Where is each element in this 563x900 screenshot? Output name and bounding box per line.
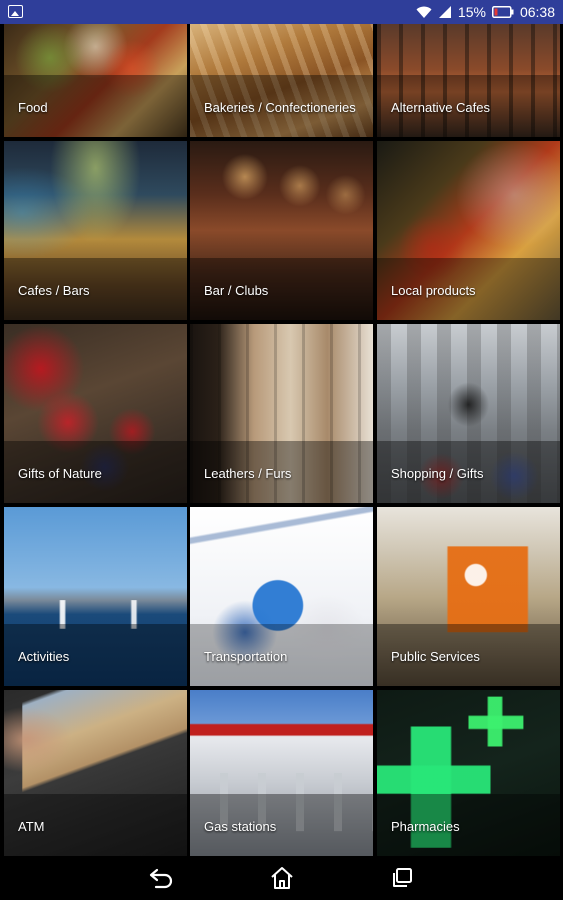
category-tile-local-products[interactable]: Local products [377, 141, 560, 320]
category-tile-bakeries-confectioneries[interactable]: Bakeries / Confectioneries [190, 24, 373, 137]
category-label: Transportation [204, 649, 288, 664]
category-label: Local products [391, 283, 476, 298]
category-label: Shopping / Gifts [391, 466, 484, 481]
signal-icon [438, 6, 451, 18]
category-tile-gifts-of-nature[interactable]: Gifts of Nature [4, 324, 187, 503]
category-tile-cafes-bars[interactable]: Cafes / Bars [4, 141, 187, 320]
back-button[interactable] [141, 864, 181, 892]
category-label: Leathers / Furs [204, 466, 292, 481]
battery-percent: 15% [457, 4, 486, 20]
category-tile-bar-clubs[interactable]: Bar / Clubs [190, 141, 373, 320]
category-label: Gas stations [204, 819, 277, 834]
category-label: Bakeries / Confectioneries [204, 100, 356, 115]
category-tile-gas-stations[interactable]: Gas stations [190, 690, 373, 856]
category-label: Gifts of Nature [18, 466, 102, 481]
clock: 06:38 [519, 4, 555, 20]
status-bar: 15% 06:38 [0, 0, 563, 24]
category-label: Public Services [391, 649, 480, 664]
home-icon [271, 867, 293, 889]
category-label: Bar / Clubs [204, 283, 269, 298]
category-label: Activities [18, 649, 70, 664]
category-tile-transportation[interactable]: Transportation [190, 507, 373, 686]
home-button[interactable] [262, 864, 302, 892]
recents-button[interactable] [382, 864, 422, 892]
navigation-bar [0, 856, 563, 900]
status-indicators: 15% 06:38 [416, 3, 555, 21]
image-notification-icon [8, 5, 23, 18]
category-label: Food [18, 100, 48, 115]
category-tile-public-services[interactable]: Public Services [377, 507, 560, 686]
wifi-icon [416, 6, 432, 18]
back-icon [149, 868, 173, 889]
category-label: ATM [18, 819, 45, 834]
category-label: Alternative Cafes [391, 100, 490, 115]
category-tile-leathers-furs[interactable]: Leathers / Furs [190, 324, 373, 503]
recents-icon [393, 868, 412, 887]
category-tile-atm[interactable]: ATM [4, 690, 187, 856]
category-grid: Food Bakeries / Confectioneries Alternat… [0, 24, 563, 856]
category-tile-food[interactable]: Food [4, 24, 187, 137]
category-tile-shopping-gifts[interactable]: Shopping / Gifts [377, 324, 560, 503]
category-label: Pharmacies [391, 819, 460, 834]
category-tile-pharmacies[interactable]: Pharmacies [377, 690, 560, 856]
battery-icon [491, 6, 514, 18]
category-label: Cafes / Bars [18, 283, 90, 298]
category-tile-alternative-cafes[interactable]: Alternative Cafes [377, 24, 560, 137]
category-tile-activities[interactable]: Activities [4, 507, 187, 686]
